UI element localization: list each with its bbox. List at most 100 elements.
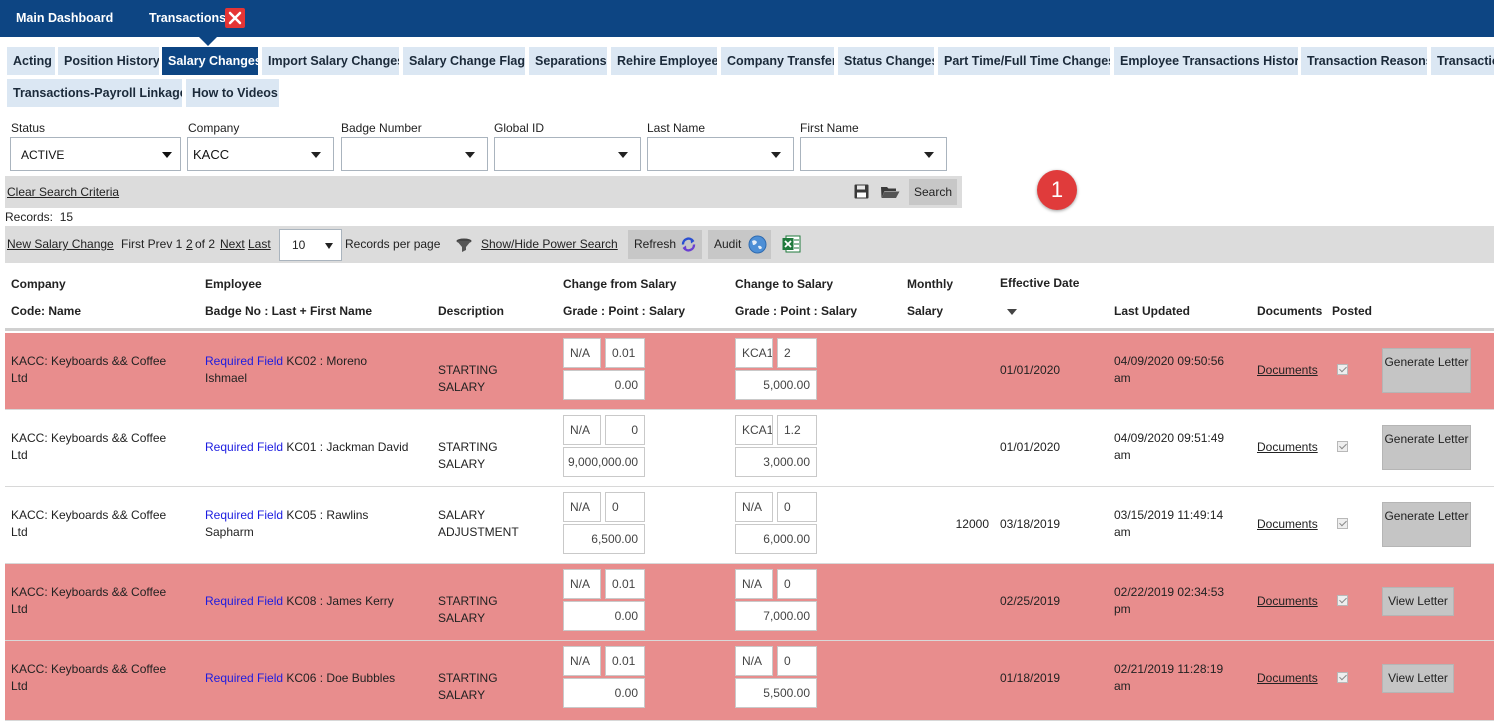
status-select[interactable]: ACTIVE [10,137,181,171]
from-salary-field[interactable]: 9,000,000.00 [563,447,645,477]
pager-page-2-link[interactable]: 2 [186,226,193,263]
from-grade-field[interactable]: N/A [563,646,601,676]
to-grade-field[interactable]: N/A [735,569,773,599]
last-name-label: Last Name [647,121,706,135]
subtab-status-changes[interactable]: Status Changes [838,47,934,75]
excel-export-icon[interactable] [782,235,801,256]
to-salary-field[interactable]: 5,500.00 [735,678,817,708]
folder-open-icon[interactable] [880,185,900,202]
last-updated-cell: 02/21/2019 11:28:19 am [1114,662,1224,693]
required-field-link[interactable]: Required Field [205,671,283,685]
from-salary-field[interactable]: 0.00 [563,678,645,708]
from-grade-field[interactable]: N/A [563,338,601,368]
chevron-down-icon [771,152,781,158]
generate-letter-button[interactable]: Generate Letter [1382,502,1471,547]
badge-number-select[interactable] [341,137,488,171]
company-cell: KACC: Keyboards && Coffee Ltd [11,585,167,616]
subtab-acting[interactable]: Acting [7,47,55,75]
subtab-transaction-reasons[interactable]: Transaction Reasons [1301,47,1427,75]
subtab-salary-change-flags[interactable]: Salary Change Flags [403,47,525,75]
subtab-import-salary-changes[interactable]: Import Salary Changes [262,47,399,75]
search-criteria-bar: Clear Search Criteria Search [5,176,962,208]
to-salary-field[interactable]: 5,000.00 [735,370,817,400]
view-letter-button[interactable]: View Letter [1382,664,1454,693]
records-per-page-select[interactable]: 10 [279,229,342,261]
from-salary-field[interactable]: 6,500.00 [563,524,645,554]
subtab-position-history[interactable]: Position History [58,47,159,75]
header-effective-date[interactable]: Effective Date [1000,276,1079,290]
global-id-select[interactable] [494,137,641,171]
search-button[interactable]: Search [909,179,957,205]
to-grade-field[interactable]: KCA1 [735,415,773,445]
new-salary-change-link[interactable]: New Salary Change [7,226,114,263]
company-label: Company [188,121,240,135]
last-name-select[interactable] [647,137,794,171]
from-point-field[interactable]: 0.01 [605,338,645,368]
power-search-toggle[interactable]: Show/Hide Power Search [481,226,618,263]
to-point-field[interactable]: 2 [777,338,817,368]
from-grade-field[interactable]: N/A [563,415,601,445]
required-field-link[interactable]: Required Field [205,508,283,522]
from-point-field[interactable]: 0.01 [605,646,645,676]
generate-letter-button[interactable]: Generate Letter [1382,348,1471,393]
employee-name: KC08 : James Kerry [286,594,394,608]
subtab-salary-changes[interactable]: Salary Changes [162,47,258,75]
main-dashboard-tab[interactable]: Main Dashboard [16,0,113,37]
to-salary-field[interactable]: 6,000.00 [735,524,817,554]
first-name-select[interactable] [800,137,947,171]
to-point-field[interactable]: 0 [777,646,817,676]
to-point-field[interactable]: 0 [777,569,817,599]
company-select[interactable]: KACC [187,137,334,171]
callout-number-badge: 1 [1037,170,1077,210]
from-salary-field[interactable]: 0.00 [563,601,645,631]
documents-link[interactable]: Documents [1257,670,1318,687]
clear-search-link[interactable]: Clear Search Criteria [7,176,119,208]
from-point-field[interactable]: 0 [605,492,645,522]
from-grade-field[interactable]: N/A [563,569,601,599]
documents-link[interactable]: Documents [1257,439,1318,456]
posted-checkbox [1337,441,1348,452]
pager-first-prev[interactable]: First Prev 1 [121,226,182,263]
to-salary-field[interactable]: 7,000.00 [735,601,817,631]
table-row: KACC: Keyboards && Coffee Ltd Required F… [5,410,1494,487]
documents-link[interactable]: Documents [1257,593,1318,610]
documents-link[interactable]: Documents [1257,516,1318,533]
header-documents: Documents [1257,304,1323,318]
subtab-payroll-linkages[interactable]: Transactions-Payroll Linkages [7,79,182,107]
save-icon[interactable] [854,184,869,202]
from-point-field[interactable]: 0.01 [605,569,645,599]
subtab-how-to-videos[interactable]: How to Videos [186,79,279,107]
pager-last-link[interactable]: Last [248,226,271,263]
to-grade-field[interactable]: KCA1 [735,338,773,368]
close-tab-icon[interactable] [225,8,245,28]
chevron-down-icon [618,152,628,158]
generate-letter-button[interactable]: Generate Letter [1382,425,1471,470]
refresh-button[interactable]: Refresh [628,230,702,259]
to-point-field[interactable]: 0 [777,492,817,522]
subtab-rehire-employee[interactable]: Rehire Employee [611,47,717,75]
view-letter-button[interactable]: View Letter [1382,587,1454,616]
to-salary-field[interactable]: 3,000.00 [735,447,817,477]
last-updated-cell: 04/09/2020 09:50:56 am [1114,354,1225,385]
subtab-employee-transactions-history[interactable]: Employee Transactions History [1114,47,1298,75]
from-salary-field[interactable]: 0.00 [563,370,645,400]
subtab-transaction-more[interactable]: Transactio [1431,47,1494,75]
transactions-tab[interactable]: Transactions [149,0,226,37]
subtab-part-time-full-time[interactable]: Part Time/Full Time Changes [938,47,1110,75]
documents-link[interactable]: Documents [1257,362,1318,379]
audit-button[interactable]: Audit [708,230,771,259]
from-grade-field[interactable]: N/A [563,492,601,522]
subtab-separations[interactable]: Separations [529,47,607,75]
from-point-field[interactable]: 0 [605,415,645,445]
to-point-field[interactable]: 1.2 [777,415,817,445]
effective-date-cell: 01/01/2020 [1000,363,1061,377]
subtab-company-transfer[interactable]: Company Transfer [721,47,834,75]
required-field-link[interactable]: Required Field [205,354,283,368]
funnel-filter-icon[interactable] [456,238,472,256]
required-field-link[interactable]: Required Field [205,594,283,608]
required-field-link[interactable]: Required Field [205,440,283,454]
sort-desc-icon[interactable] [1007,309,1017,315]
pager-next-link[interactable]: Next [220,226,245,263]
to-grade-field[interactable]: N/A [735,492,773,522]
to-grade-field[interactable]: N/A [735,646,773,676]
